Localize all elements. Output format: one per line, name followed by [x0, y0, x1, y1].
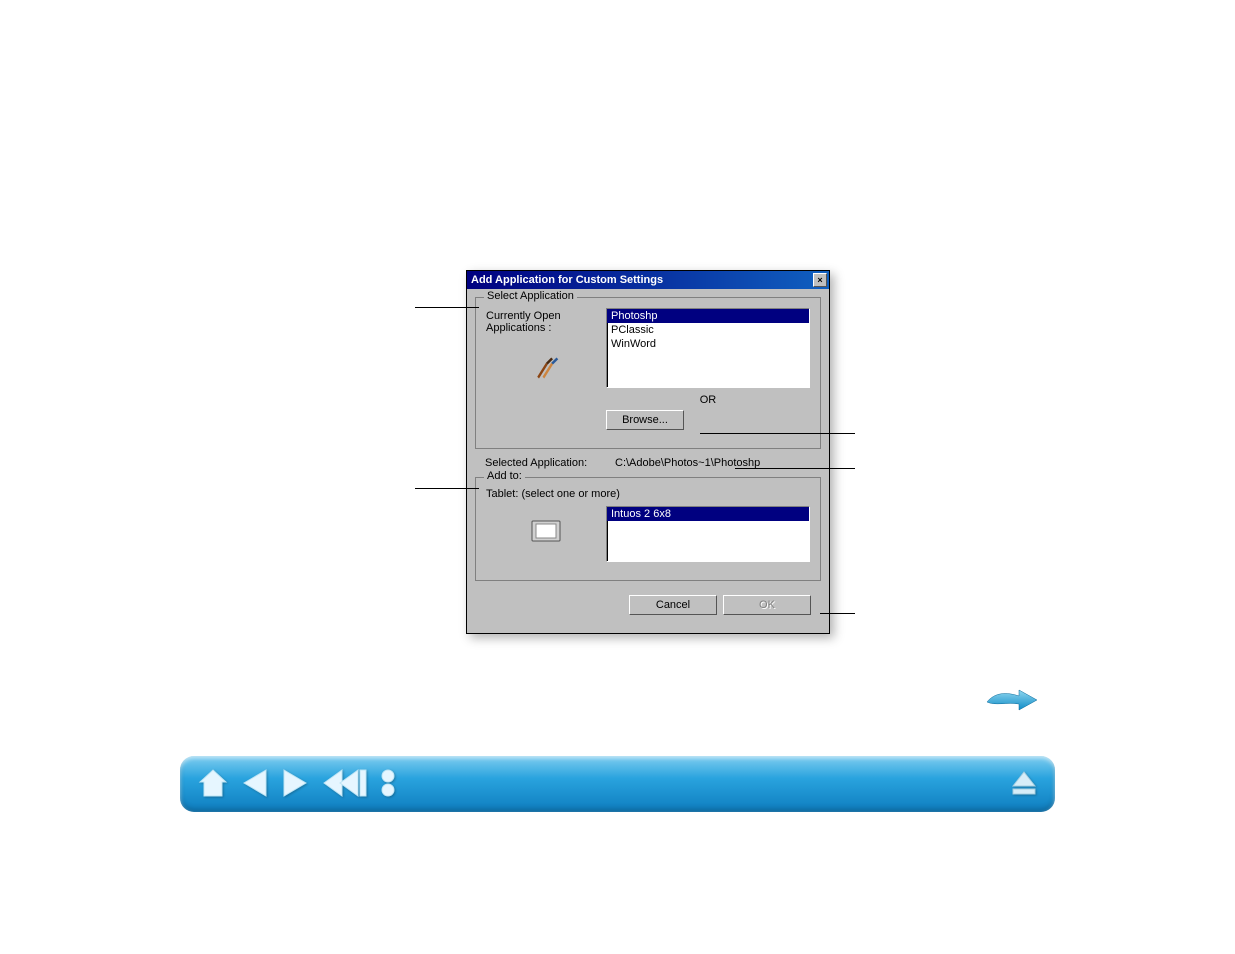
tablet-icon: [486, 520, 606, 545]
tablet-listbox[interactable]: Intuos 2 6x8: [606, 506, 810, 562]
callout-line: [415, 307, 479, 308]
add-application-dialog: Add Application for Custom Settings × Se…: [466, 270, 830, 634]
open-applications-listbox[interactable]: Photoshp PClassic WinWord: [606, 308, 810, 388]
home-icon[interactable]: [196, 766, 230, 803]
select-application-legend: Select Application: [484, 290, 577, 302]
dialog-title: Add Application for Custom Settings: [471, 274, 663, 286]
callout-line: [700, 433, 855, 434]
contents-icon[interactable]: [378, 766, 398, 803]
list-item[interactable]: Intuos 2 6x8: [607, 507, 809, 521]
list-item[interactable]: Photoshp: [607, 309, 809, 323]
select-application-group: Select Application Currently Open Applic…: [475, 297, 821, 449]
cancel-button[interactable]: Cancel: [629, 595, 717, 615]
dialog-button-row: Cancel OK: [475, 589, 821, 625]
titlebar: Add Application for Custom Settings ×: [467, 271, 829, 289]
eject-icon[interactable]: [1009, 789, 1039, 801]
or-label: OR: [606, 394, 810, 406]
dialog-body: Select Application Currently Open Applic…: [467, 289, 829, 633]
callout-line: [415, 488, 479, 489]
close-button[interactable]: ×: [813, 273, 827, 287]
prev-icon[interactable]: [240, 766, 270, 803]
rewind-icon[interactable]: [320, 766, 368, 803]
tablet-select-label: Tablet: (select one or more): [486, 488, 810, 500]
continue-arrow-icon[interactable]: [985, 686, 1040, 714]
selected-application-label: Selected Application:: [485, 457, 615, 469]
add-to-group: Add to: Tablet: (select one or more) Int…: [475, 477, 821, 581]
ok-button[interactable]: OK: [723, 595, 811, 615]
callout-line: [820, 613, 855, 614]
add-to-legend: Add to:: [484, 470, 525, 482]
list-item[interactable]: WinWord: [607, 337, 809, 351]
browse-button[interactable]: Browse...: [606, 410, 684, 430]
callout-line: [735, 468, 855, 469]
list-item[interactable]: PClassic: [607, 323, 809, 337]
brush-icon: [486, 354, 606, 385]
next-icon[interactable]: [280, 766, 310, 803]
currently-open-label: Currently Open Applications :: [486, 308, 606, 430]
nav-bar: [180, 756, 1055, 812]
